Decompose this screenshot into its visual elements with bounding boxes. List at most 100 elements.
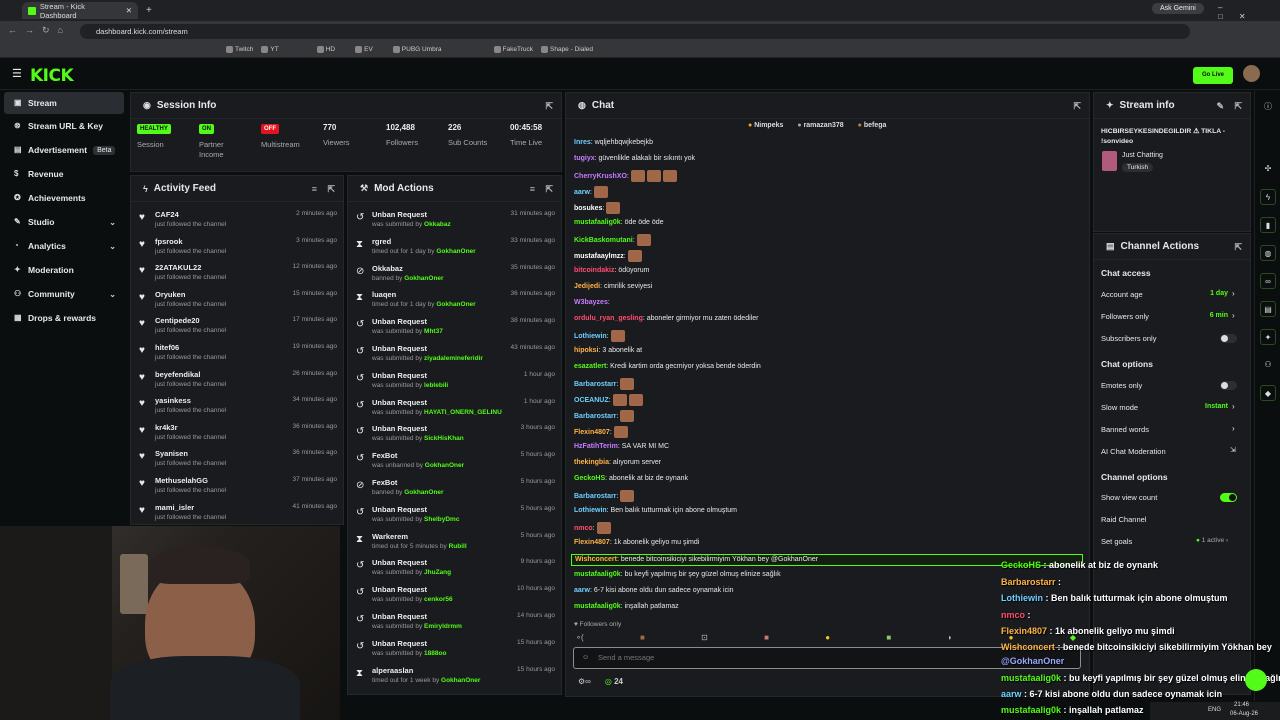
gifter-2[interactable]: ● ramazan378 [797, 122, 843, 129]
chat-username[interactable]: bosukes [574, 205, 602, 212]
chat-username[interactable]: tugiyx [574, 155, 595, 162]
chat-message[interactable]: mustafaalig0k: bu keyfi yapılmış bir şey… [574, 570, 781, 580]
sidebar-item-community[interactable]: ⚇ Community ⌄ [4, 283, 124, 305]
set-goals-row[interactable]: Set goals [1101, 537, 1132, 546]
sidebar-item-revenue[interactable]: $ Revenue [4, 163, 124, 185]
bookmark-twitch[interactable]: Twitch [226, 46, 253, 53]
chat-message[interactable]: esazatlert: Kredi kartim orda gecmiyor y… [574, 362, 761, 372]
chat-message[interactable]: Jedijedi: cimrilik seviyesi [574, 282, 652, 292]
filter-icon[interactable]: ≡ [530, 184, 535, 194]
emotes-only-toggle[interactable] [1220, 381, 1237, 390]
list-item[interactable]: ♥ Oryuken just followed the channel 15 m… [139, 288, 337, 314]
popout-icon[interactable]: ⇱ [327, 184, 335, 195]
chat-username[interactable]: KickBaskomutani [574, 237, 633, 244]
bookmark-shape[interactable]: Shape - Dialed [541, 46, 593, 53]
chat-username[interactable]: esazatlert [574, 363, 606, 370]
nav-arrows-icon[interactable]: ←→↻⌂ [8, 25, 71, 36]
list-item[interactable]: ♥ kr4k3r just followed the channel 36 mi… [139, 421, 337, 447]
list-item[interactable]: ⧗ Warkerem timed out for 5 minutes by Ru… [356, 530, 555, 556]
raid-channel-row[interactable]: Raid Channel [1101, 515, 1146, 524]
chat-message[interactable]: Inres: wqljehbqwjkebejkb [574, 138, 653, 148]
list-item[interactable]: ⧗ alperaaslan timed out for 1 week by Go… [356, 664, 555, 690]
settings-icon[interactable]: ⚙∞ [578, 677, 591, 686]
chat-message[interactable]: CherryKrushXO: [574, 170, 677, 182]
list-item[interactable]: ↺ Unban Request was submitted by ShelbyD… [356, 503, 555, 529]
gifter-3[interactable]: ● befega [858, 122, 887, 129]
popout-icon[interactable]: ⇱ [545, 101, 553, 112]
sidebar-item-studio[interactable]: ✎ Studio ⌄ [4, 211, 124, 233]
list-rail-icon[interactable]: ▤ [1260, 301, 1276, 317]
chat-message[interactable]: HzFatihTerim: SA VAR MI MC [574, 442, 669, 452]
chat-message[interactable]: mustafaaylmzz: [574, 250, 642, 262]
info-icon[interactable]: ⓘ [1260, 99, 1276, 115]
chat-message[interactable]: aarw: [574, 186, 608, 198]
chat-username[interactable]: nmco [574, 525, 593, 532]
emoji-icon[interactable]: ☺ [582, 654, 589, 661]
window-controls[interactable]: –□✕ [1218, 3, 1280, 21]
subscribers-only-toggle[interactable] [1220, 334, 1237, 343]
list-item[interactable]: ♥ 22ATAKUL22 just followed the channel 1… [139, 261, 337, 287]
url-input[interactable]: dashboard.kick.com/stream [80, 24, 1190, 39]
list-item[interactable]: ⧗ luaqen timed out for 1 day by GokhanOn… [356, 288, 555, 314]
sidebar-item-achievements[interactable]: ✪ Achievements [4, 187, 124, 209]
avatar[interactable] [1243, 65, 1260, 82]
list-item[interactable]: ♥ MethuselahGG just followed the channel… [139, 474, 337, 500]
go-live-button[interactable]: Go Live [1193, 67, 1233, 84]
list-item[interactable]: ↺ Unban Request was submitted by HAYATI_… [356, 396, 555, 422]
chat-username[interactable]: HzFatihTerim [574, 443, 618, 450]
chat-username[interactable]: aarw [574, 587, 590, 594]
chat-message[interactable]: Barbarostarr: [574, 410, 635, 422]
card-rail-icon[interactable]: ▮ [1260, 217, 1276, 233]
chat-message[interactable]: KickBaskomutani: [574, 234, 651, 246]
wrench-rail-icon[interactable]: ✦ [1260, 329, 1276, 345]
chat-username[interactable]: Barbarostarr [574, 413, 616, 420]
ai-moderation-row[interactable]: AI Chat Moderation [1101, 447, 1166, 456]
chat-username[interactable]: mustafaalig0k [574, 571, 621, 578]
chat-username[interactable]: Lothiewin [574, 333, 607, 340]
chat-username[interactable]: GeckoHS [574, 475, 605, 482]
chat-username[interactable]: mustafaalig0k [574, 219, 621, 226]
chat-message[interactable]: W3bayzes: [574, 298, 610, 308]
chat-username[interactable]: bitcoindakiz [574, 267, 614, 274]
account-age-row[interactable]: Account age [1101, 290, 1143, 299]
chat-message[interactable]: aarw: 6-7 kisi abone oldu dun sadece oyn… [574, 586, 734, 596]
popout-icon[interactable]: ⇱ [1234, 101, 1242, 112]
list-item[interactable]: ↺ Unban Request was submitted by 1888oo … [356, 637, 555, 663]
close-tab-icon[interactable]: ✕ [126, 6, 132, 15]
sidebar-item-analytics[interactable]: ◔ Analytics ⌄ [4, 235, 124, 257]
list-item[interactable]: ♥ CAF24 just followed the channel 2 minu… [139, 208, 337, 234]
slow-mode-row[interactable]: Slow mode [1101, 403, 1138, 412]
category-name[interactable]: Just Chatting [1122, 152, 1163, 159]
list-item[interactable]: ↺ Unban Request was submitted by ziyadal… [356, 342, 555, 368]
list-item[interactable]: ⧗ rgred timed out for 1 day by GokhanOne… [356, 235, 555, 261]
chat-username[interactable]: W3bayzes [574, 299, 608, 306]
chat-username[interactable]: Wishconcert [575, 556, 617, 563]
chat-username[interactable]: mustafaalig0k [574, 603, 621, 610]
chat-message[interactable]: Lothiewin: [574, 330, 625, 342]
chat-username[interactable]: mustafaaylmzz [574, 253, 624, 260]
list-item[interactable]: ↺ Unban Request was submitted by JhuZang… [356, 556, 555, 582]
bookmark-ev[interactable]: EV [355, 46, 373, 53]
list-item[interactable]: ↺ Unban Request was submitted by Emiryld… [356, 610, 555, 636]
list-item[interactable]: ↺ Unban Request was submitted by Okkabaz… [356, 208, 555, 234]
list-item[interactable]: ↺ Unban Request was submitted by cenkor5… [356, 583, 555, 609]
chat-message[interactable]: tugiyx: güvenlikle alakalı bir sıkıntı y… [574, 154, 695, 164]
chat-message[interactable]: Barbarostarr: [574, 378, 635, 390]
language-indicator[interactable]: ENG [1208, 707, 1221, 713]
followers-only-row[interactable]: Followers only [1101, 312, 1149, 321]
tag-rail-icon[interactable]: ◆ [1260, 385, 1276, 401]
chat-message[interactable]: GeckoHS: abonelik at biz de oynank [574, 474, 688, 484]
filter-icon[interactable]: ≡ [312, 184, 317, 194]
list-item[interactable]: ♥ Centipede20 just followed the channel … [139, 314, 337, 340]
popout-icon[interactable]: ⇱ [1073, 101, 1081, 112]
show-view-count-toggle[interactable] [1220, 493, 1237, 502]
popout-icon[interactable]: ⇱ [1234, 242, 1242, 253]
chat-username[interactable]: Lothiewin [574, 507, 607, 514]
list-item[interactable]: ♥ mami_isler just followed the channel 4… [139, 501, 337, 524]
chat-message[interactable]: Lothiewin: Ben balık tutturmak için abon… [574, 506, 737, 516]
menu-icon[interactable]: ☰ [12, 67, 22, 80]
edit-icon[interactable]: ✎ [1216, 101, 1224, 112]
chat-username[interactable]: Barbarostarr [574, 493, 616, 500]
chat-message[interactable]: mustafaalig0k: öde öde öde [574, 218, 664, 228]
list-item[interactable]: ♥ beyefendikal just followed the channel… [139, 368, 337, 394]
